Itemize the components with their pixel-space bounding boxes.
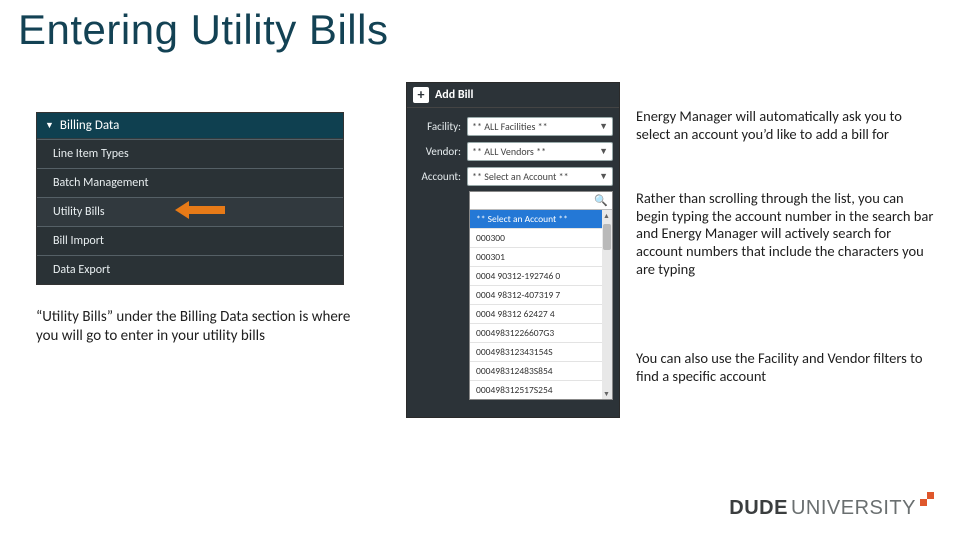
- brand-university: UNIVERSITY: [791, 497, 916, 520]
- billing-data-label: Billing Data: [60, 118, 119, 133]
- facility-select[interactable]: ** ALL Facilities ** ▼: [467, 117, 613, 136]
- facility-label: Facility:: [417, 120, 467, 133]
- paragraph-auto-ask: Energy Manager will automatically ask yo…: [636, 108, 936, 143]
- dropdown-item[interactable]: 000301: [470, 247, 612, 266]
- dropdown-item[interactable]: 000300: [470, 228, 612, 247]
- callout-arrow-icon: [175, 202, 233, 218]
- dropdown-item[interactable]: 000498312517S254: [470, 380, 612, 399]
- sidebar-item-bill-import[interactable]: Bill Import: [37, 226, 343, 255]
- paragraph-search-tip: Rather than scrolling through the list, …: [636, 190, 936, 278]
- paragraph-filters-tip: You can also use the Facility and Vendor…: [636, 350, 936, 385]
- add-bill-button[interactable]: + Add Bill: [407, 83, 619, 108]
- account-label: Account:: [417, 170, 467, 183]
- dropdown-item[interactable]: 0004 98312 62427 4: [470, 304, 612, 323]
- dropdown-item[interactable]: 00049831226607G3: [470, 323, 612, 342]
- search-icon: 🔍: [594, 194, 608, 207]
- brand-dude: DUDE: [729, 497, 788, 520]
- account-dropdown: 🔍 ** Select an Account ** 000300 000301 …: [469, 191, 613, 400]
- account-search-input[interactable]: 🔍: [470, 192, 612, 210]
- sidebar-item-utility-bills[interactable]: Utility Bills: [37, 197, 343, 226]
- vendor-select[interactable]: ** ALL Vendors ** ▼: [467, 142, 613, 161]
- chevron-down-icon: ▼: [599, 146, 608, 157]
- add-bill-screenshot: + Add Bill Facility: ** ALL Facilities *…: [406, 82, 620, 418]
- dropdown-item-selected[interactable]: ** Select an Account **: [470, 210, 612, 228]
- sidebar-item-line-item-types[interactable]: Line Item Types: [37, 139, 343, 168]
- collapse-icon: ▼: [45, 120, 54, 131]
- dropdown-item[interactable]: 0004 98312-407319 7: [470, 285, 612, 304]
- chevron-down-icon: ▼: [599, 121, 608, 132]
- dropdown-item[interactable]: 000498312343154S: [470, 342, 612, 361]
- facility-select-value: ** ALL Facilities **: [472, 120, 548, 133]
- plus-icon: +: [413, 87, 429, 103]
- dropdown-item[interactable]: 0004 90312-192746 0: [470, 266, 612, 285]
- billing-data-header[interactable]: ▼ Billing Data: [37, 113, 343, 139]
- account-select-value: ** Select an Account **: [472, 170, 569, 183]
- page-title: Entering Utility Bills: [18, 6, 388, 54]
- sidebar-item-data-export[interactable]: Data Export: [37, 255, 343, 284]
- billing-sidebar-screenshot: ▼ Billing Data Line Item Types Batch Man…: [36, 112, 344, 285]
- brand-mark-icon: [920, 492, 934, 506]
- vendor-label: Vendor:: [417, 145, 467, 158]
- account-select[interactable]: ** Select an Account ** ▼: [467, 167, 613, 186]
- account-dropdown-list: ** Select an Account ** 000300 000301 00…: [470, 210, 612, 399]
- footer-logo: DUDE UNIVERSITY: [729, 497, 934, 520]
- dropdown-item[interactable]: 000498312483S854: [470, 361, 612, 380]
- vendor-select-value: ** ALL Vendors **: [472, 145, 546, 158]
- caption-utility-bills: “Utility Bills” under the Billing Data s…: [36, 308, 356, 346]
- sidebar-item-batch-management[interactable]: Batch Management: [37, 168, 343, 197]
- add-bill-label: Add Bill: [435, 88, 473, 102]
- chevron-down-icon: ▼: [599, 171, 608, 182]
- sidebar-item-label: Utility Bills: [53, 205, 105, 219]
- dropdown-scrollbar[interactable]: [602, 210, 612, 399]
